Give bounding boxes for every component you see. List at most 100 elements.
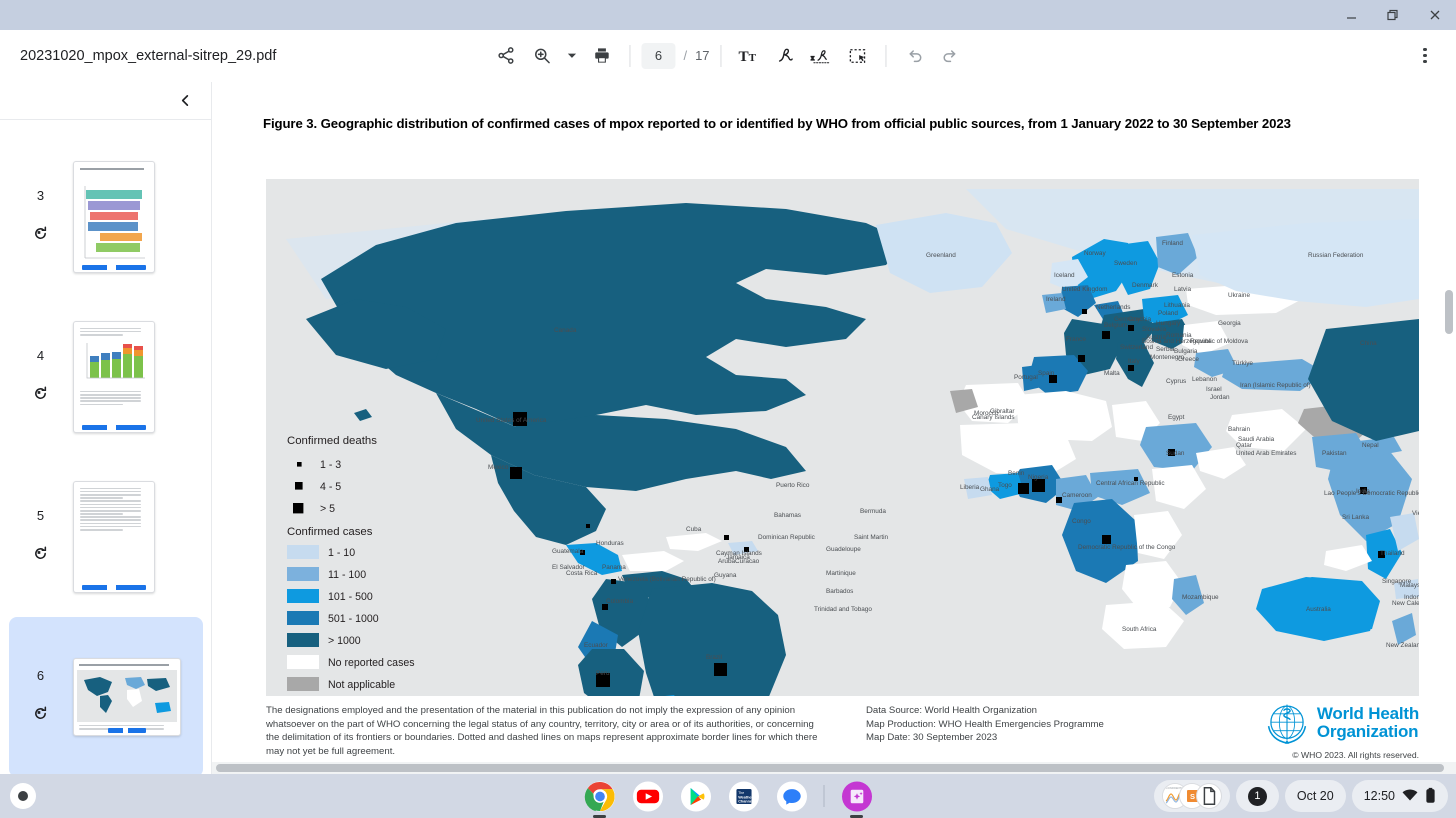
legend-label-cases-5: > 1000 bbox=[328, 635, 361, 647]
death-marker-cuba bbox=[724, 535, 729, 540]
rotate-icon[interactable] bbox=[32, 385, 49, 407]
svg-text:Montenegro: Montenegro bbox=[1150, 354, 1185, 361]
thumbnail-page-6[interactable]: 6 bbox=[9, 617, 203, 774]
thumbnail-meta: 6 bbox=[9, 617, 73, 774]
who-logo: World Health Organization © WHO 2023. Al… bbox=[1264, 700, 1419, 760]
legend-label-deaths-2: 4 - 5 bbox=[320, 481, 341, 493]
horizontal-scrollbar[interactable] bbox=[212, 762, 1456, 774]
thumbnail-meta: 4 bbox=[9, 297, 73, 457]
workspace: 3 bbox=[0, 82, 1456, 774]
death-marker-brazil bbox=[714, 663, 727, 676]
thumbnail-preview[interactable] bbox=[73, 658, 181, 736]
svg-text:South Africa: South Africa bbox=[1122, 626, 1157, 633]
select-area-icon[interactable] bbox=[841, 39, 875, 73]
figure-title: Figure 3. Geographic distribution of con… bbox=[263, 114, 1423, 134]
thumbnail-list[interactable]: 3 bbox=[0, 121, 211, 774]
svg-text:Hungary: Hungary bbox=[1156, 320, 1181, 327]
recent-files-tray[interactable]: CONFIDENTIAL S bbox=[1154, 780, 1230, 812]
system-tray: CONFIDENTIAL S 1 Oct 20 12 bbox=[1154, 780, 1448, 812]
svg-text:Saint Martin: Saint Martin bbox=[854, 534, 889, 541]
svg-text:Slovakia: Slovakia bbox=[1142, 326, 1167, 333]
thumbnail-page-number: 6 bbox=[37, 668, 44, 683]
share-icon[interactable] bbox=[488, 39, 522, 73]
legend-title-deaths: Confirmed deaths bbox=[287, 435, 377, 447]
svg-text:x: x bbox=[811, 54, 815, 61]
date-tray[interactable]: Oct 20 bbox=[1285, 780, 1346, 812]
file-name-label: 20231020_mpox_external-sitrep_29.pdf bbox=[20, 48, 276, 64]
legend-swatch-cases-2 bbox=[287, 567, 319, 581]
redo-icon[interactable] bbox=[934, 39, 968, 73]
vertical-scrollbar-thumb[interactable] bbox=[1445, 290, 1453, 334]
svg-text:Peru: Peru bbox=[596, 670, 610, 677]
svg-text:Dominican Republic: Dominican Republic bbox=[758, 534, 816, 541]
play-store-icon[interactable] bbox=[680, 780, 712, 812]
svg-text:Colombia: Colombia bbox=[606, 598, 633, 605]
svg-text:Canada: Canada bbox=[554, 327, 577, 334]
thumbnail-preview[interactable] bbox=[73, 321, 155, 433]
notification-count-badge: 1 bbox=[1248, 787, 1267, 806]
thumbnail-preview[interactable] bbox=[73, 481, 155, 593]
notification-tray[interactable]: 1 bbox=[1236, 780, 1279, 812]
death-marker-mexico bbox=[510, 467, 522, 479]
page-number-input[interactable] bbox=[641, 43, 675, 69]
toolbar-overflow bbox=[1408, 39, 1442, 73]
draw-tool-icon[interactable] bbox=[769, 39, 803, 73]
vertical-scrollbar[interactable] bbox=[1442, 82, 1456, 774]
svg-text:Liberia: Liberia bbox=[960, 484, 980, 491]
svg-text:Australia: Australia bbox=[1306, 606, 1331, 613]
svg-text:France: France bbox=[1066, 336, 1086, 343]
rotate-icon[interactable] bbox=[32, 705, 49, 727]
svg-text:Nepal: Nepal bbox=[1362, 442, 1379, 449]
gallery-icon[interactable] bbox=[841, 780, 873, 812]
signature-tool-icon[interactable]: x bbox=[805, 39, 839, 73]
svg-text:Cayman Islands: Cayman Islands bbox=[716, 550, 762, 557]
svg-text:Honduras: Honduras bbox=[596, 540, 624, 547]
chrome-icon[interactable] bbox=[584, 780, 616, 812]
svg-text:Guatemala: Guatemala bbox=[552, 548, 584, 555]
svg-text:Egypt: Egypt bbox=[1168, 414, 1185, 421]
legend-label-cases-4: 501 - 1000 bbox=[328, 613, 379, 625]
document-viewer[interactable]: Figure 3. Geographic distribution of con… bbox=[212, 82, 1456, 774]
file-preview-document-icon[interactable] bbox=[1196, 783, 1222, 809]
print-icon[interactable] bbox=[584, 39, 618, 73]
svg-text:United States of America: United States of America bbox=[476, 417, 547, 424]
world-map-figure: Canada United States of America Mexico G… bbox=[266, 179, 1419, 696]
text-tool-icon[interactable]: T T bbox=[733, 39, 767, 73]
maximize-restore-button[interactable] bbox=[1372, 0, 1414, 30]
svg-text:United Kingdom: United Kingdom bbox=[1062, 286, 1107, 293]
chevron-down-icon[interactable] bbox=[560, 39, 582, 73]
horizontal-scrollbar-thumb[interactable] bbox=[216, 764, 1444, 772]
copyright-label: © WHO 2023. All rights reserved. bbox=[1292, 750, 1419, 760]
svg-text:New Caledonia: New Caledonia bbox=[1392, 600, 1419, 607]
close-button[interactable] bbox=[1414, 0, 1456, 30]
rotate-icon[interactable] bbox=[32, 225, 49, 247]
svg-text:Norway: Norway bbox=[1084, 250, 1106, 257]
thumbnail-page-5[interactable]: 5 bbox=[9, 457, 203, 617]
chevron-left-icon[interactable] bbox=[171, 87, 199, 115]
death-marker-drc bbox=[1102, 535, 1111, 544]
page-separator: / bbox=[683, 48, 687, 63]
svg-text:Puerto Rico: Puerto Rico bbox=[776, 482, 810, 489]
svg-text:New Zealand: New Zealand bbox=[1386, 642, 1419, 649]
minimize-button[interactable] bbox=[1330, 0, 1372, 30]
thumbnail-meta: 3 bbox=[9, 137, 73, 297]
legend-swatch-cases-5 bbox=[287, 633, 319, 647]
more-options-icon[interactable] bbox=[1408, 39, 1442, 73]
thumbnail-page-3[interactable]: 3 bbox=[9, 137, 203, 297]
legend-swatch-cases-1 bbox=[287, 545, 319, 559]
toolbar-actions: / 17 T T x bbox=[488, 39, 967, 73]
thumbnail-page-4[interactable]: 4 bbox=[9, 297, 203, 457]
status-tray[interactable]: 12:50 bbox=[1352, 780, 1448, 812]
thumbnail-preview[interactable] bbox=[73, 161, 155, 273]
rotate-icon[interactable] bbox=[32, 545, 49, 567]
who-name-line-2: Organization bbox=[1317, 723, 1419, 741]
svg-text:Lao People's Democratic Republ: Lao People's Democratic Republic bbox=[1324, 490, 1419, 497]
zoom-icon[interactable] bbox=[524, 39, 558, 73]
svg-text:Pakistan: Pakistan bbox=[1322, 450, 1347, 457]
youtube-icon[interactable] bbox=[632, 780, 664, 812]
weather-channel-icon[interactable]: The Weather Channel bbox=[728, 780, 760, 812]
launcher-button[interactable] bbox=[10, 783, 36, 809]
messages-icon[interactable] bbox=[776, 780, 808, 812]
svg-text:Czechia: Czechia bbox=[1128, 316, 1152, 323]
undo-icon[interactable] bbox=[898, 39, 932, 73]
